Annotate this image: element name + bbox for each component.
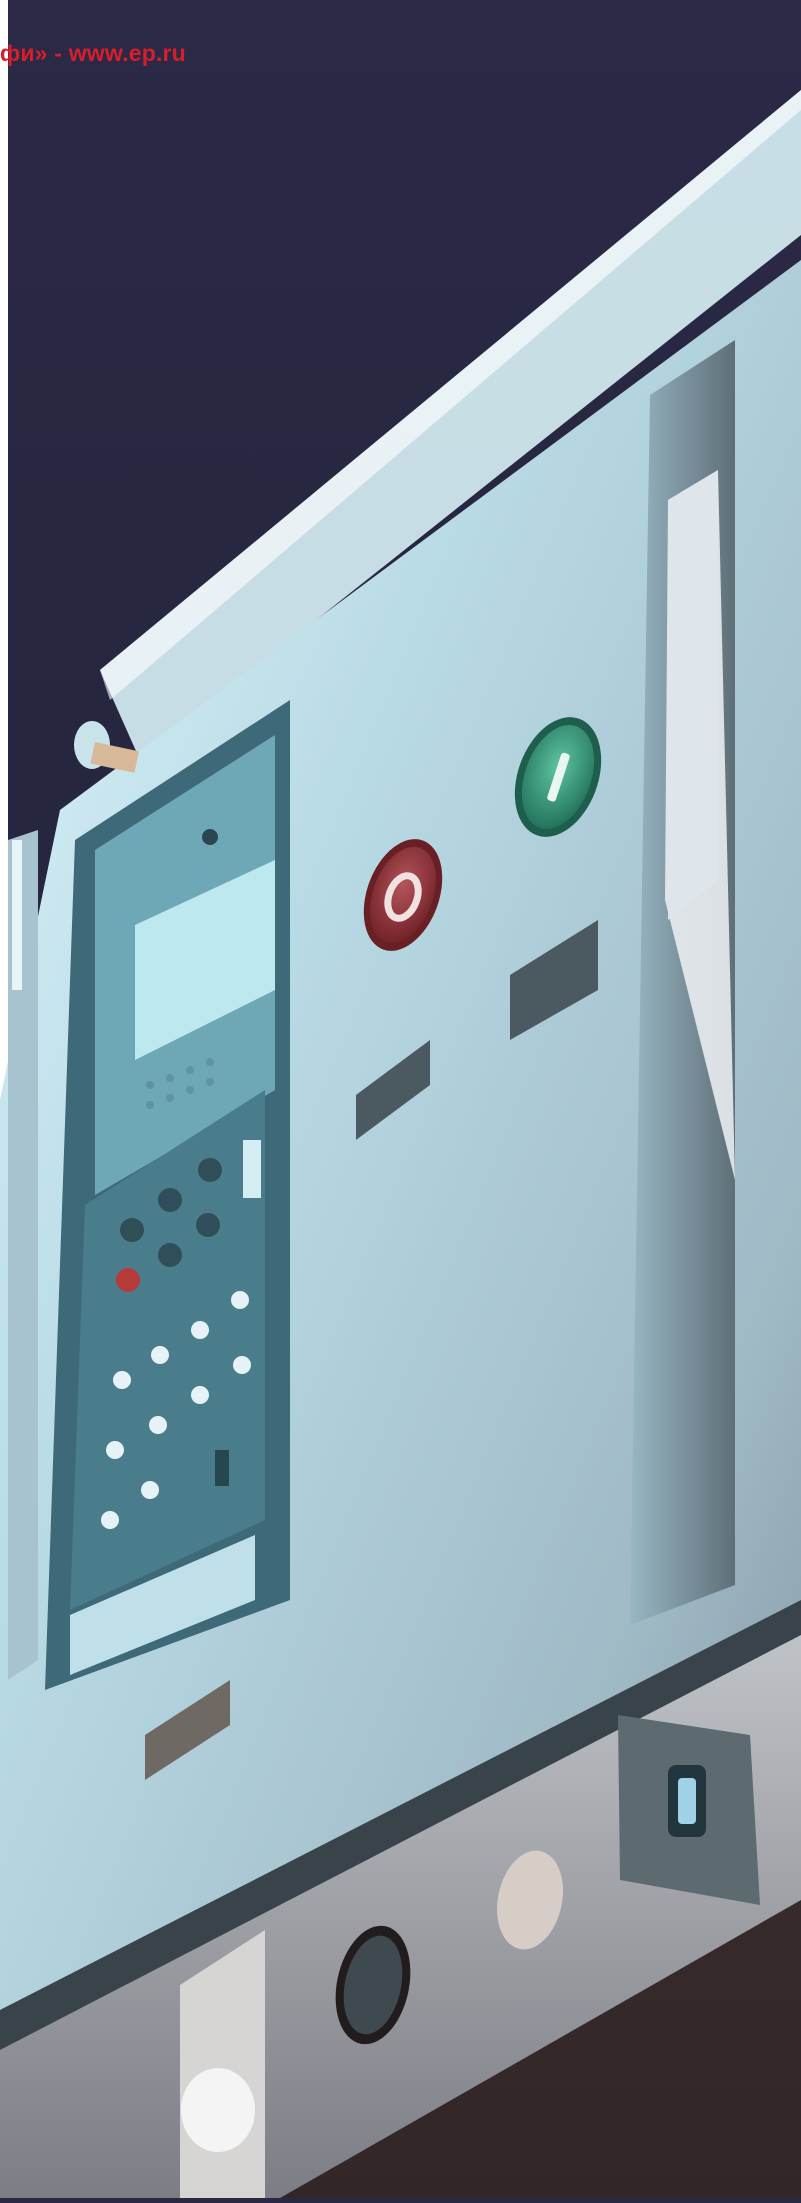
bottom-knob bbox=[181, 2068, 255, 2152]
side-lever-top bbox=[668, 470, 718, 920]
left-strip-light bbox=[12, 840, 22, 990]
watermark-text: фи» - www.ep.ru bbox=[0, 40, 186, 66]
indicator-led bbox=[202, 829, 218, 845]
padlock-holder bbox=[618, 1715, 760, 1905]
circuit-breaker-photo bbox=[0, 0, 801, 2198]
photo-scene: фи» - www.ep.ru bbox=[0, 0, 801, 2198]
